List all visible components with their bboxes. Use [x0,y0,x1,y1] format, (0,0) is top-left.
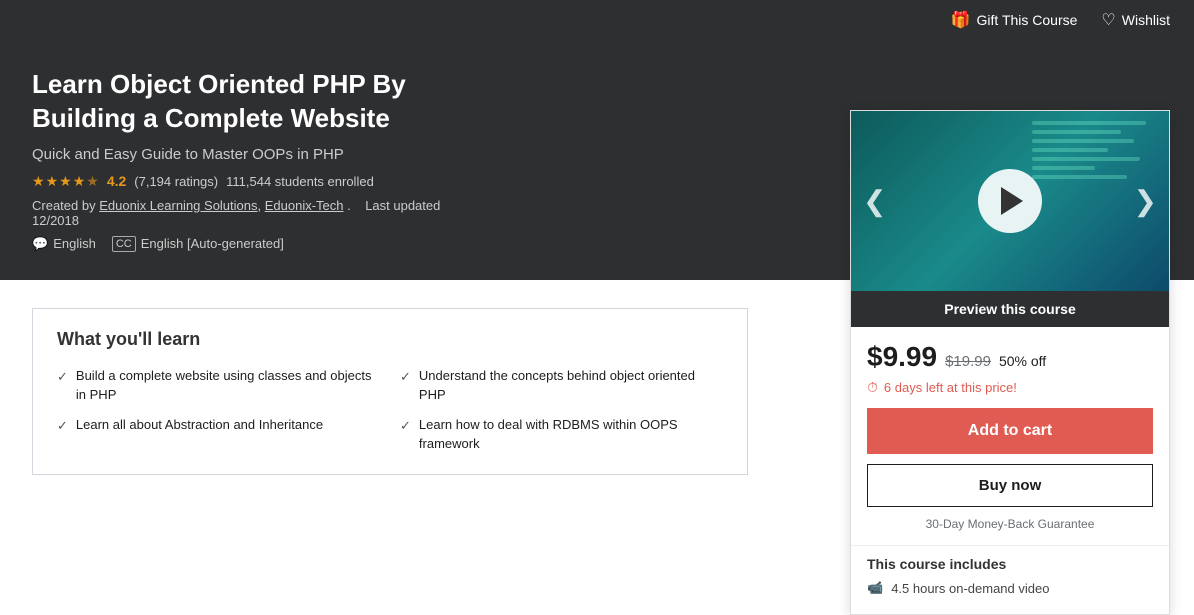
code-line-2 [1032,130,1121,134]
learn-item-3: ✓ Learn all about Abstraction and Inheri… [57,415,380,454]
pricing-area: $9.99 $19.99 50% off ⏱ 6 days left at th… [851,327,1169,531]
caption-item: CC English [Auto-generated] [112,236,284,252]
caption-label: English [Auto-generated] [141,236,284,251]
code-line-3 [1032,139,1134,143]
play-button[interactable] [978,169,1042,233]
learn-item-2: ✓ Understand the concepts behind object … [400,366,723,405]
created-by-label: Created by [32,198,96,213]
original-price: $19.99 [945,353,991,370]
includes-section: This course includes 📹 4.5 hours on-dema… [851,545,1169,614]
check-icon-4: ✓ [400,416,411,436]
code-line-1 [1032,121,1146,125]
check-icon-1: ✓ [57,367,68,387]
preview-label[interactable]: Preview this course [851,291,1169,327]
learn-box: What you'll learn ✓ Build a complete web… [32,308,748,475]
hero-section: Learn Object Oriented PHP By Building a … [0,40,1194,280]
course-preview-area[interactable]: ❮ ❯ [851,111,1169,291]
preview-background: ❮ ❯ [851,111,1169,291]
meta-row: Created by Eduonix Learning Solutions, E… [32,198,452,228]
check-icon-2: ✓ [400,367,411,387]
author2-link[interactable]: Eduonix-Tech [265,198,344,213]
code-line-6 [1032,166,1096,170]
gift-course-button[interactable]: 🎁 Gift This Course [951,10,1078,30]
code-line-5 [1032,157,1140,161]
discount-badge: 50% off [999,353,1046,369]
main-content: What you'll learn ✓ Build a complete web… [0,280,780,527]
price-row: $9.99 $19.99 50% off [867,341,1153,373]
star-1: ★ [32,173,45,190]
includes-video-text: 4.5 hours on-demand video [891,581,1049,596]
learn-text-3: Learn all about Abstraction and Inherita… [76,415,323,435]
hero-content: Learn Object Oriented PHP By Building a … [32,68,792,252]
course-sidebar-card: ❮ ❯ Preview this course $9.99 $19.99 50%… [850,110,1170,615]
star-3: ★ [59,173,72,190]
gift-icon: 🎁 [951,10,971,30]
includes-title: This course includes [867,556,1153,572]
video-icon: 📹 [867,580,883,596]
rating-count: (7,194 ratings) [134,174,218,189]
learn-text-1: Build a complete website using classes a… [76,366,380,405]
current-price: $9.99 [867,341,937,373]
code-line-4 [1032,148,1108,152]
add-to-cart-button[interactable]: Add to cart [867,408,1153,454]
check-icon-3: ✓ [57,416,68,436]
learn-title: What you'll learn [57,329,723,350]
learn-text-4: Learn how to deal with RDBMS within OOPS… [419,415,723,454]
includes-item-video: 📹 4.5 hours on-demand video [867,580,1153,596]
buy-now-button[interactable]: Buy now [867,464,1153,507]
speech-bubble-icon: 💬 [32,236,48,252]
clock-icon: ⏱ [867,379,878,396]
countdown-text: 6 days left at this price! [884,380,1017,395]
guarantee-text: 30-Day Money-Back Guarantee [867,517,1153,531]
star-2: ★ [46,173,59,190]
star-4: ★ [73,173,86,190]
learn-item-4: ✓ Learn how to deal with RDBMS within OO… [400,415,723,454]
countdown-row: ⏱ 6 days left at this price! [867,379,1153,396]
course-subtitle: Quick and Easy Guide to Master OOPs in P… [32,146,452,163]
star-rating: ★ ★ ★ ★ ★ [32,173,99,190]
prev-arrow-icon[interactable]: ❮ [863,185,886,218]
rating-row: ★ ★ ★ ★ ★ 4.2 (7,194 ratings) 111,544 st… [32,173,452,190]
language-label: English [53,236,96,251]
author1-link[interactable]: Eduonix Learning Solutions [99,198,257,213]
learn-text-2: Understand the concepts behind object or… [419,366,723,405]
next-arrow-icon[interactable]: ❯ [1134,185,1157,218]
caption-icon: CC [112,236,136,252]
course-title: Learn Object Oriented PHP By Building a … [32,68,452,136]
code-line-7 [1032,175,1127,179]
wishlist-label: Wishlist [1122,12,1170,28]
gift-label: Gift This Course [977,12,1078,28]
star-half: ★ [86,173,99,190]
rating-value: 4.2 [107,173,126,189]
language-item: 💬 English [32,236,96,252]
heart-icon: ♡ [1101,10,1115,30]
top-navigation: 🎁 Gift This Course ♡ Wishlist [0,0,1194,40]
wishlist-button[interactable]: ♡ Wishlist [1101,10,1170,30]
language-row: 💬 English CC English [Auto-generated] [32,236,452,252]
student-count: 111,544 students enrolled [226,174,374,189]
learn-grid: ✓ Build a complete website using classes… [57,366,723,454]
play-triangle-icon [1001,187,1023,215]
learn-item-1: ✓ Build a complete website using classes… [57,366,380,405]
